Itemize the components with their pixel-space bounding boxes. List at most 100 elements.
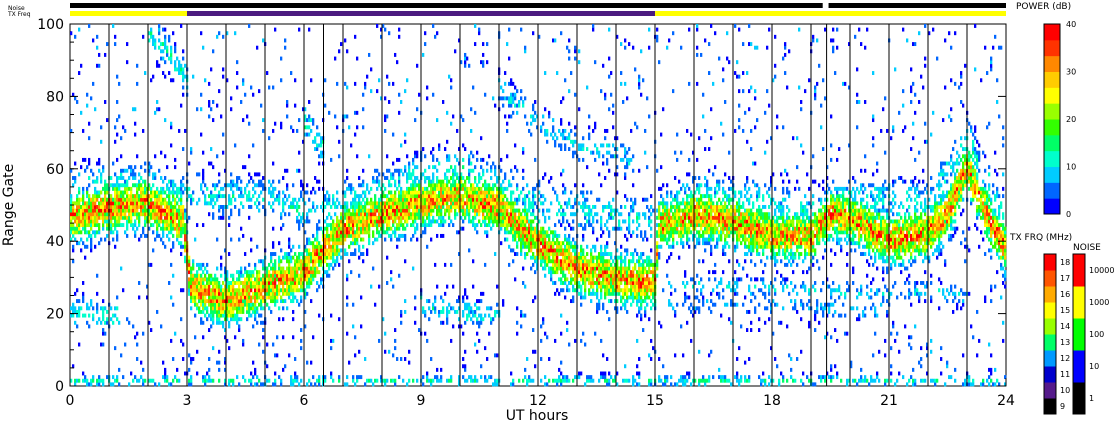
echo-cell (312, 205, 315, 209)
echo-cell (316, 237, 319, 242)
echo-cell (98, 63, 101, 68)
echo-cell (474, 42, 477, 47)
echo-cell (388, 349, 391, 354)
echo-cell (360, 208, 363, 213)
echo-cell (252, 306, 255, 311)
echo-cell (582, 201, 585, 206)
echo-cell (136, 186, 139, 191)
echo-cell (356, 201, 359, 206)
echo-cell (524, 255, 527, 260)
echo-cell (162, 186, 165, 191)
echo-cell (116, 223, 119, 228)
echo-cell (150, 194, 153, 199)
echo-cell (166, 165, 169, 170)
echo-cell (372, 233, 375, 238)
echo-cell (426, 212, 429, 217)
echo-cell (474, 194, 477, 199)
echo-cell (484, 262, 487, 267)
echo-cell (582, 194, 585, 199)
echo-cell (124, 168, 127, 173)
echo-cell (490, 205, 493, 209)
echo-cell (482, 172, 485, 177)
echo-cell (574, 49, 577, 54)
echo-cell (114, 223, 117, 228)
echo-cell (208, 357, 211, 361)
echo-cell (254, 201, 257, 206)
echo-cell (268, 288, 271, 293)
echo-cell (358, 208, 361, 213)
echo-cell (516, 241, 519, 246)
echo-cell (256, 288, 259, 293)
echo-cell (258, 313, 261, 318)
echo-cell (228, 306, 231, 311)
echo-cell (192, 190, 195, 195)
echo-cell (560, 382, 563, 387)
echo-cell (150, 197, 153, 202)
echo-cell (230, 179, 233, 184)
echo-cell (470, 107, 473, 112)
echo-cell (488, 212, 491, 217)
echo-cell (324, 205, 327, 209)
echo-cell (552, 125, 555, 130)
echo-cell (270, 273, 273, 278)
echo-cell (532, 194, 535, 199)
echo-cell (282, 367, 285, 372)
echo-cell (318, 313, 321, 318)
echo-cell (580, 371, 583, 376)
echo-cell (502, 190, 505, 195)
echo-cell (418, 212, 421, 217)
echo-cell (70, 226, 73, 231)
echo-cell (552, 237, 555, 242)
echo-cell (140, 360, 143, 365)
echo-cell (244, 299, 247, 304)
echo-cell (234, 31, 237, 36)
echo-cell (258, 183, 261, 188)
echo-cell (348, 360, 351, 365)
echo-cell (336, 252, 339, 256)
echo-cell (272, 342, 275, 347)
echo-cell (392, 215, 395, 220)
echo-cell (198, 281, 201, 285)
echo-cell (482, 60, 485, 65)
echo-cell (132, 194, 135, 199)
echo-cell (184, 63, 187, 68)
echo-cell (106, 375, 109, 380)
echo-cell (526, 219, 529, 224)
echo-cell (406, 179, 409, 184)
echo-cell (562, 183, 565, 188)
echo-cell (240, 194, 243, 199)
echo-cell (168, 230, 171, 235)
echo-cell (272, 266, 275, 271)
echo-cell (312, 252, 315, 256)
echo-cell (340, 237, 343, 242)
echo-cell (174, 212, 177, 217)
echo-cell (520, 96, 523, 101)
echo-cell (408, 215, 411, 220)
echo-cell (120, 201, 123, 206)
echo-cell (560, 205, 563, 209)
echo-cell (126, 317, 129, 322)
echo-cell (298, 197, 301, 202)
echo-cell (244, 284, 247, 289)
echo-cell (416, 212, 419, 217)
echo-cell (208, 375, 211, 380)
echo-cell (578, 49, 581, 54)
echo-cell (156, 194, 159, 199)
echo-cell (586, 378, 589, 383)
echo-cell (504, 212, 507, 217)
echo-cell (86, 382, 89, 387)
echo-cell (514, 212, 517, 217)
echo-cell (210, 317, 213, 322)
echo-cell (96, 273, 99, 278)
echo-cell (510, 103, 513, 108)
echo-cell (334, 259, 337, 264)
echo-cell (142, 208, 145, 213)
echo-cell (270, 281, 273, 285)
echo-cell (258, 270, 261, 275)
echo-cell (80, 165, 83, 170)
echo-cell (366, 230, 369, 235)
echo-cell (194, 281, 197, 285)
echo-cell (356, 219, 359, 224)
echo-cell (122, 208, 125, 213)
echo-cell (230, 284, 233, 289)
